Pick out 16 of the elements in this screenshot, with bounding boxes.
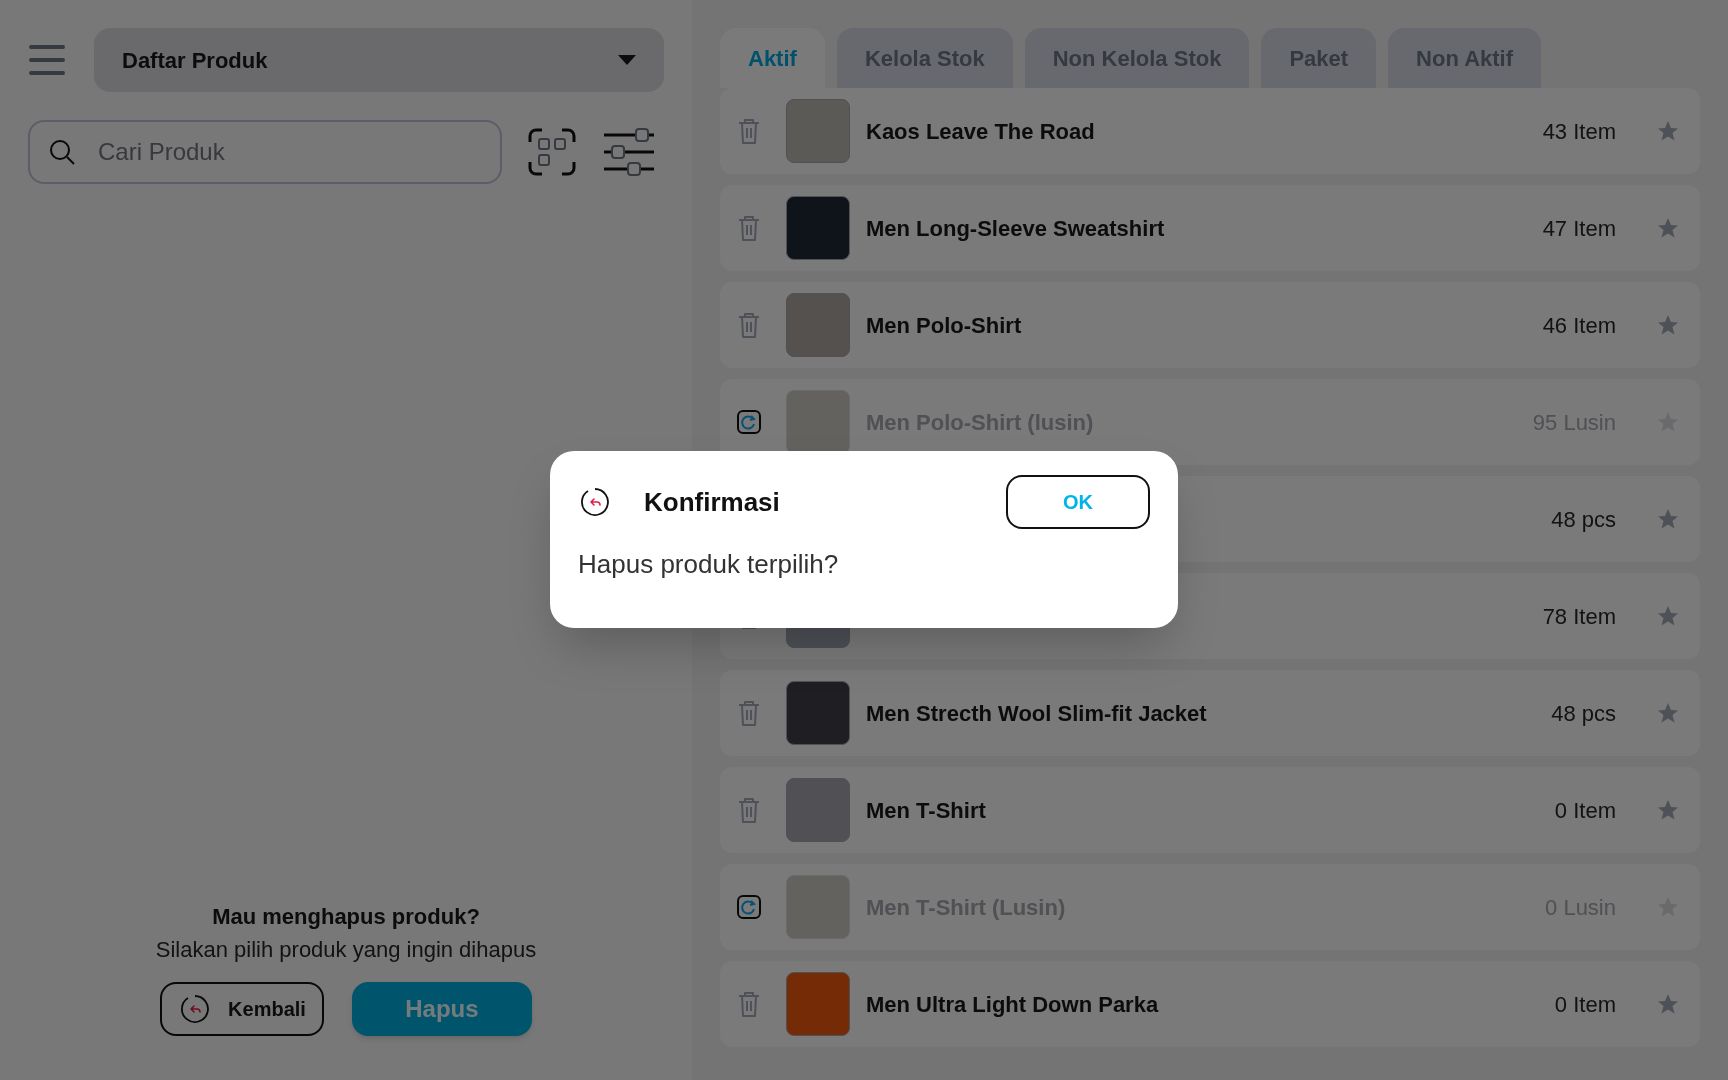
product-quantity: 78 Item xyxy=(1542,602,1616,631)
product-quantity: 46 Item xyxy=(1542,311,1616,340)
product-quantity: 0 Item xyxy=(1554,990,1616,1019)
product-name: Men Polo-Shirt xyxy=(866,312,1022,338)
delete-prompt-message: Silakan pilih produk yang ingin dihapus xyxy=(155,936,537,964)
product-name: Kaos Leave The Road xyxy=(866,118,1095,144)
product-name: Men Ultra Light Down Parka xyxy=(866,991,1159,1017)
product-quantity: 47 Item xyxy=(1542,214,1616,243)
product-quantity: 48 pcs xyxy=(1551,699,1616,728)
product-name: Men Strecth Wool Slim-fit Jacket xyxy=(866,700,1207,726)
product-name: Men T-Shirt xyxy=(866,797,986,823)
product-name: Men Long-Sleeve Sweatshirt xyxy=(866,215,1165,241)
product-quantity: 0 Item xyxy=(1554,796,1616,825)
product-quantity: 43 Item xyxy=(1542,117,1616,146)
product-quantity: 48 pcs xyxy=(1551,505,1616,534)
delete-prompt-title: Mau menghapus produk? xyxy=(212,903,480,931)
